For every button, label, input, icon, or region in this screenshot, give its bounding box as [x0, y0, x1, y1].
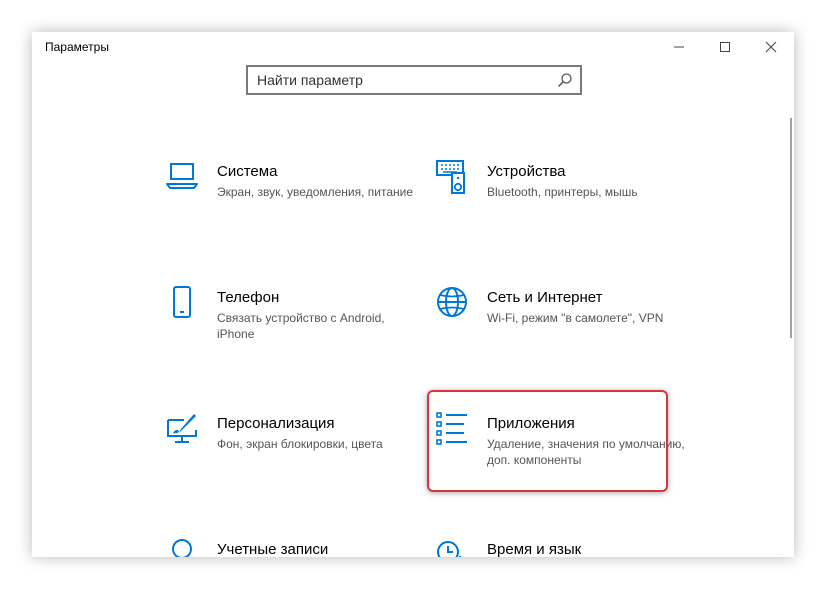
item-name: Система	[217, 163, 278, 180]
window-title: Параметры	[45, 40, 109, 54]
close-button[interactable]	[748, 32, 794, 62]
settings-window: Параметры Найти параметр Система Экран, …	[32, 32, 794, 557]
settings-item-system[interactable]: Система Экран, звук, уведомления, питани…	[164, 160, 414, 240]
laptop-icon	[166, 163, 198, 189]
maximize-button[interactable]	[702, 32, 748, 62]
settings-item-accounts[interactable]: Учетные записи	[164, 538, 414, 557]
scrollbar[interactable]	[790, 118, 792, 338]
item-description: Экран, звук, уведомления, питание	[217, 185, 414, 199]
item-description: Фон, экран блокировки, цвета	[217, 437, 383, 451]
item-name: Телефон	[217, 289, 280, 306]
item-description: Wi-Fi, режим "в самолете", VPN	[487, 311, 664, 325]
settings-item-time-language[interactable]: Время и язык	[434, 538, 684, 557]
item-name: Устройства	[487, 163, 566, 180]
search-input[interactable]: Найти параметр	[246, 65, 582, 95]
search-placeholder: Найти параметр	[257, 72, 363, 88]
settings-item-devices[interactable]: Устройства Bluetooth, принтеры, мышь	[434, 160, 684, 240]
globe-icon	[437, 287, 467, 317]
maximize-icon	[720, 42, 730, 52]
item-name: Сеть и Интернет	[487, 289, 603, 306]
item-description: Связать устройство с Android, iPhone	[217, 311, 385, 341]
devices-icon	[436, 160, 465, 194]
time-language-icon	[437, 541, 461, 557]
account-icon	[172, 539, 192, 557]
close-icon	[765, 41, 777, 53]
search-icon	[557, 73, 572, 88]
highlight-frame	[427, 390, 668, 492]
title-bar: Параметры	[32, 32, 794, 62]
item-name: Время и язык	[487, 541, 582, 557]
item-description: Bluetooth, принтеры, мышь	[487, 185, 638, 199]
settings-item-phone[interactable]: Телефон Связать устройство с Android, iP…	[164, 286, 414, 366]
phone-icon	[173, 286, 191, 318]
item-name: Учетные записи	[217, 541, 329, 557]
minimize-button[interactable]	[656, 32, 702, 62]
personalization-icon	[167, 414, 197, 443]
settings-item-network[interactable]: Сеть и Интернет Wi-Fi, режим "в самолете…	[434, 286, 684, 366]
minimize-icon	[674, 46, 684, 48]
settings-item-personalization[interactable]: Персонализация Фон, экран блокировки, цв…	[164, 412, 414, 492]
item-name: Персонализация	[217, 415, 335, 432]
